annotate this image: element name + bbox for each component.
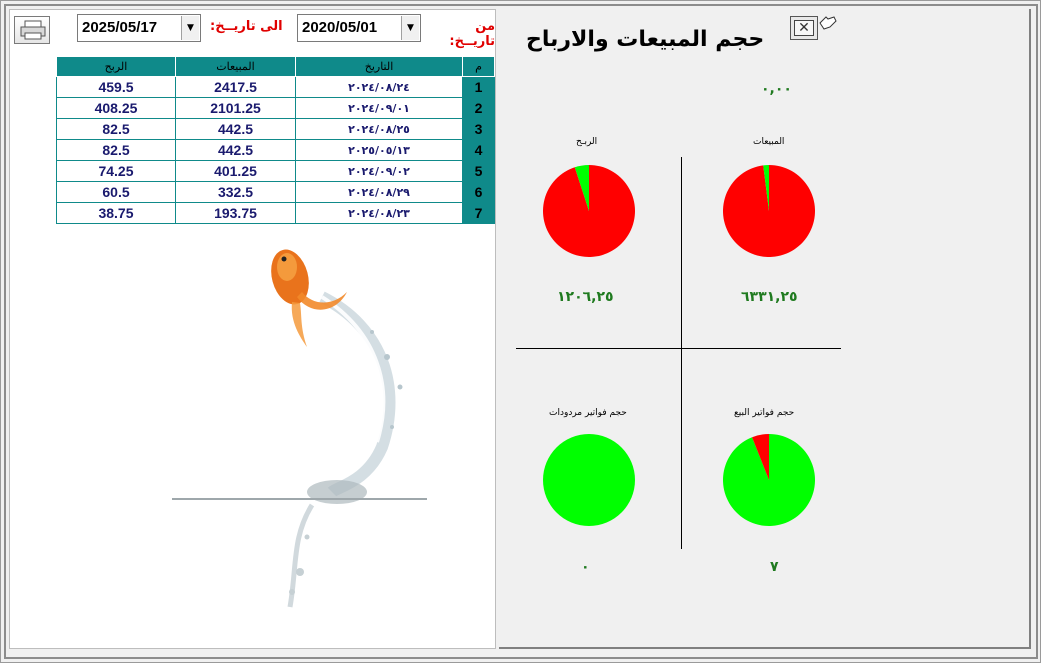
returns-invoices-pie-chart (543, 434, 635, 526)
sales-total-value: ٦٣٣١,٢٥ (741, 289, 798, 305)
returns-invoices-count: ٠ (581, 559, 590, 575)
sales-invoices-count: ٧ (770, 559, 779, 575)
cell-index[interactable]: 3 (462, 118, 495, 140)
cell-profit[interactable]: 74.25 (56, 160, 176, 182)
cell-profit[interactable]: 408.25 (56, 97, 176, 119)
cell-profit[interactable]: 82.5 (56, 139, 176, 161)
cell-date[interactable]: ٢٠٢٤/٠٨/٢٥ (295, 118, 463, 140)
profit-pie-chart (543, 165, 635, 257)
cell-index[interactable]: 2 (462, 97, 495, 119)
sales-invoices-pie-chart (723, 434, 815, 526)
profit-total-value: ١٢٠٦,٢٥ (557, 289, 614, 305)
cell-sales[interactable]: 2101.25 (175, 97, 296, 119)
cell-sales[interactable]: 442.5 (175, 139, 296, 161)
table-row[interactable]: 408.25 2101.25 ٢٠٢٤/٠٩/٠١ 2 (56, 97, 495, 119)
cell-index[interactable]: 5 (462, 160, 495, 182)
cell-profit[interactable]: 82.5 (56, 118, 176, 140)
cell-index[interactable]: 6 (462, 181, 495, 203)
horizontal-divider (516, 348, 841, 349)
report-window: 2025/05/17 ▼ الى تاريــخ: 2020/05/01 ▼ م… (0, 0, 1041, 663)
sales-pie-label: المبيعات (753, 137, 785, 147)
cell-profit[interactable]: 38.75 (56, 202, 176, 224)
cell-sales[interactable]: 193.75 (175, 202, 296, 224)
returns-invoices-label: حجم فواتير مردودات (549, 408, 627, 418)
printer-icon (20, 20, 46, 40)
cell-sales[interactable]: 442.5 (175, 118, 296, 140)
table-row[interactable]: 74.25 401.25 ٢٠٢٤/٠٩/٠٢ 5 (56, 160, 495, 182)
chevron-down-icon[interactable]: ▼ (181, 16, 199, 40)
from-date-value: 2020/05/01 (302, 19, 378, 36)
from-date-label: من تاريــخ: (449, 19, 495, 49)
top-total-value: ٠,٠٠ (761, 81, 792, 97)
print-button[interactable] (14, 16, 50, 44)
column-header-index[interactable]: م (462, 56, 495, 77)
to-date-value: 2025/05/17 (82, 19, 158, 36)
pie-slice-green (543, 434, 635, 526)
cell-date[interactable]: ٢٠٢٥/٠٥/١٣ (295, 139, 463, 161)
cell-index[interactable]: 7 (462, 202, 495, 224)
column-header-date[interactable]: التاريخ (295, 56, 463, 77)
hand-cursor-icon (819, 16, 837, 30)
cell-profit[interactable]: 60.5 (56, 181, 176, 203)
close-button[interactable]: ✕ (790, 16, 818, 40)
to-date-label: الى تاريــخ: (210, 19, 283, 34)
table-row[interactable]: 60.5 332.5 ٢٠٢٤/٠٨/٢٩ 6 (56, 181, 495, 203)
to-date-combo[interactable]: 2025/05/17 ▼ (77, 14, 201, 42)
from-date-combo[interactable]: 2020/05/01 ▼ (297, 14, 421, 42)
cell-date[interactable]: ٢٠٢٤/٠٨/٢٩ (295, 181, 463, 203)
column-header-sales[interactable]: المبيعات (175, 56, 296, 77)
cell-sales[interactable]: 332.5 (175, 181, 296, 203)
table-row[interactable]: 82.5 442.5 ٢٠٢٥/٠٥/١٣ 4 (56, 139, 495, 161)
left-panel: 2025/05/17 ▼ الى تاريــخ: 2020/05/01 ▼ م… (9, 9, 496, 649)
profit-pie-label: الربـح (576, 137, 598, 147)
sales-table: الربح المبيعات التاريخ م 459.5 2417.5 ٢٠٢٤… (56, 56, 495, 224)
sales-invoices-label: حجم فواتير البيع (734, 408, 795, 418)
column-header-profit[interactable]: الربح (56, 56, 176, 77)
cell-profit[interactable]: 459.5 (56, 76, 176, 98)
table-row[interactable]: 82.5 442.5 ٢٠٢٤/٠٨/٢٥ 3 (56, 118, 495, 140)
cell-sales[interactable]: 2417.5 (175, 76, 296, 98)
table-row[interactable]: 38.75 193.75 ٢٠٢٤/٠٨/٢٣ 7 (56, 202, 495, 224)
chevron-down-icon[interactable]: ▼ (401, 16, 419, 40)
cell-sales[interactable]: 401.25 (175, 160, 296, 182)
cell-index[interactable]: 1 (462, 76, 495, 98)
close-icon: ✕ (794, 20, 814, 36)
page-title: حجم المبيعات والارباح (526, 27, 765, 52)
cell-date[interactable]: ٢٠٢٤/٠٩/٠٢ (295, 160, 463, 182)
cell-date[interactable]: ٢٠٢٤/٠٩/٠١ (295, 97, 463, 119)
cell-date[interactable]: ٢٠٢٤/٠٨/٢٣ (295, 202, 463, 224)
table-row[interactable]: 459.5 2417.5 ٢٠٢٤/٠٨/٢٤ 1 (56, 76, 495, 98)
goldfish-image (172, 249, 427, 608)
right-panel (499, 9, 1031, 649)
sales-pie-chart (723, 165, 815, 257)
cell-index[interactable]: 4 (462, 139, 495, 161)
vertical-divider (681, 157, 682, 549)
cell-date[interactable]: ٢٠٢٤/٠٨/٢٤ (295, 76, 463, 98)
